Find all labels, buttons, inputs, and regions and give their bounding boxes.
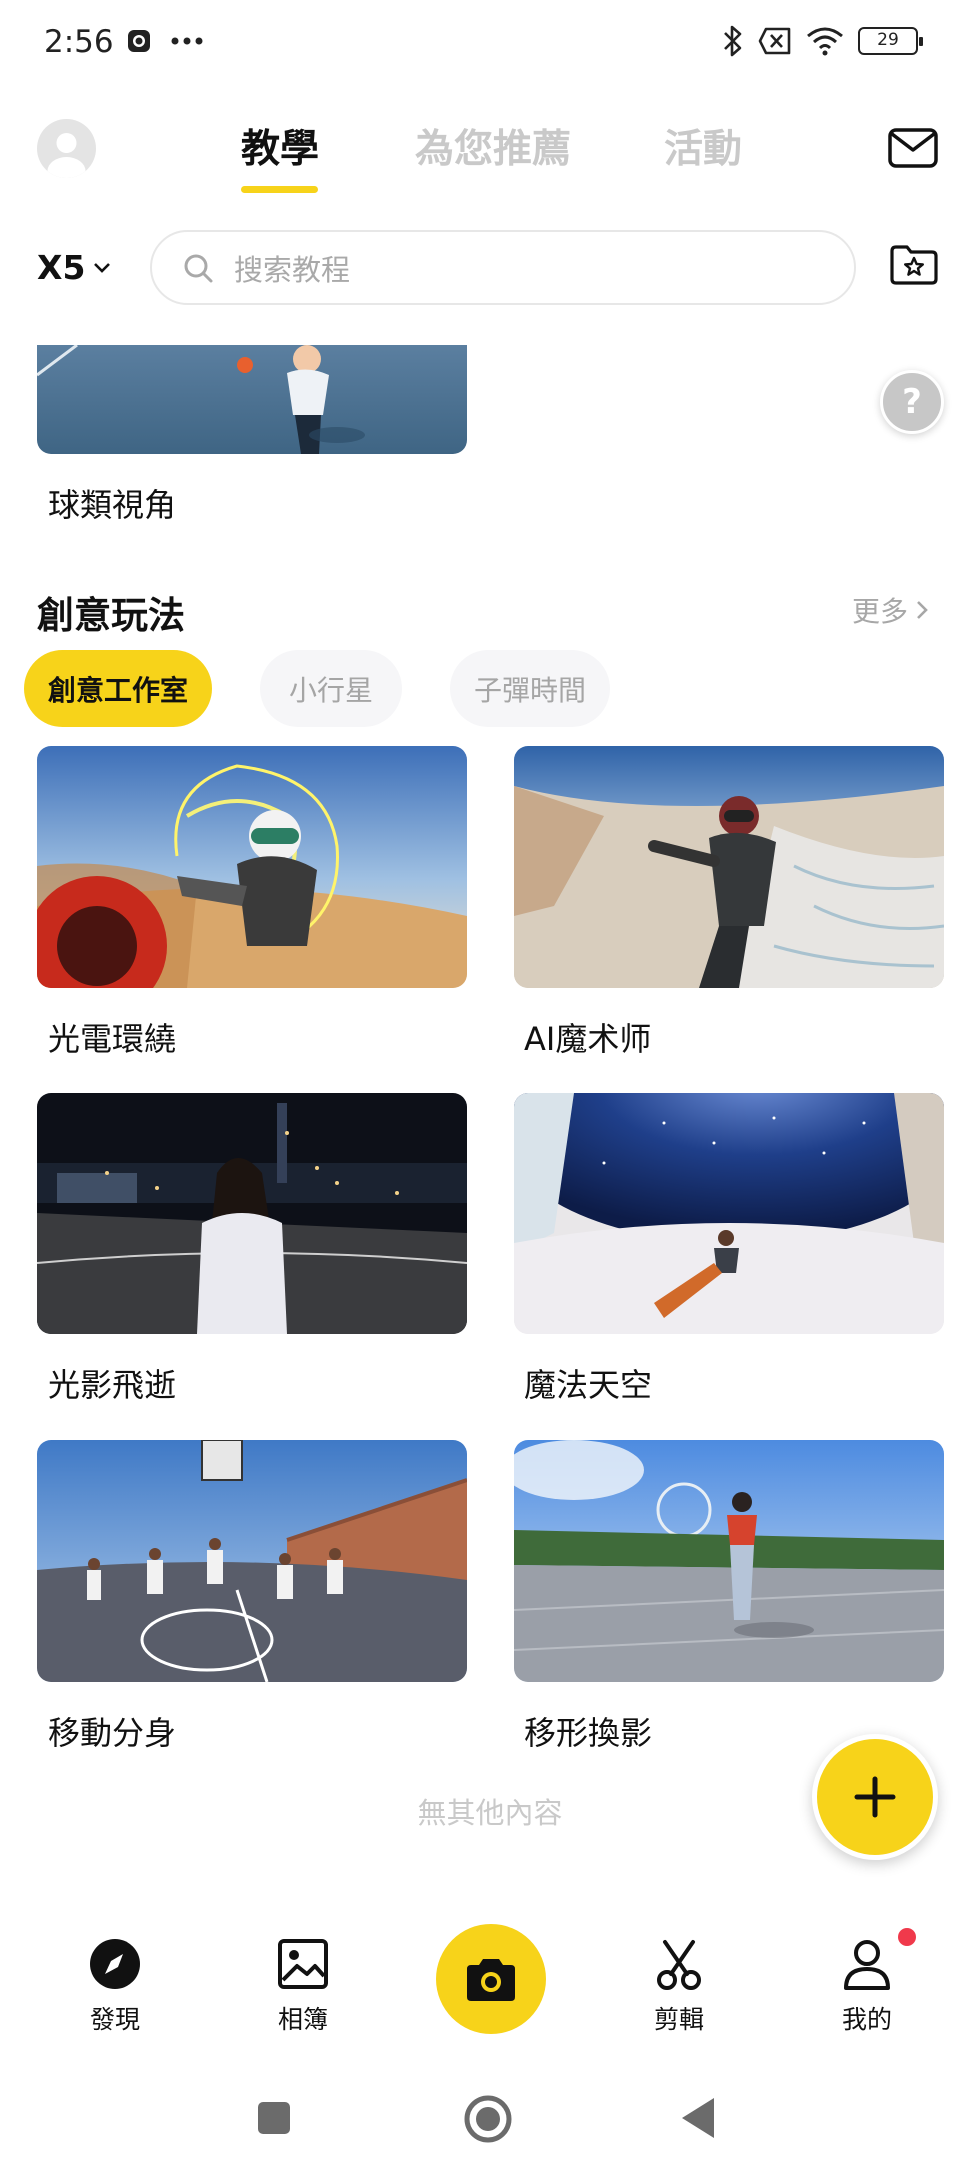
card-title[interactable]: AI魔术师 [524, 1014, 651, 1060]
nav-edit[interactable]: 剪輯 [614, 1936, 744, 2036]
card-title[interactable]: 球類視角 [48, 480, 176, 526]
search-input[interactable]: 搜索教程 [150, 230, 856, 305]
more-label: 更多 [852, 595, 909, 628]
scissors-icon [657, 1940, 701, 1990]
camera-icon [467, 1959, 515, 2001]
camera-model-selector[interactable]: X5 [37, 248, 111, 287]
compass-icon [90, 1939, 140, 1989]
card-thumbnail[interactable] [37, 746, 467, 988]
more-dots-icon [171, 37, 203, 45]
card-title[interactable]: 移動分身 [48, 1708, 176, 1754]
camera-button[interactable] [436, 1924, 546, 2034]
chevron-down-icon [94, 262, 111, 273]
nav-album[interactable]: 相簿 [238, 1936, 368, 2036]
card-thumbnail[interactable] [514, 1440, 944, 1682]
nav-album-label: 相簿 [277, 2005, 328, 2034]
chip-bullet-time[interactable]: 子彈時間 [450, 650, 610, 727]
active-tab-indicator [241, 186, 318, 193]
nav-discover[interactable]: 發現 [50, 1936, 180, 2036]
chip-creative-studio[interactable]: 創意工作室 [24, 650, 212, 727]
tab-tutorials[interactable]: 教學 [241, 118, 319, 174]
more-link[interactable]: 更多 [852, 590, 928, 630]
status-bar: 2:56 29 [0, 0, 980, 86]
nav-edit-label: 剪輯 [653, 2005, 704, 2034]
tab-events[interactable]: 活動 [664, 118, 742, 174]
battery-indicator: 29 [858, 27, 923, 55]
section-title: 創意玩法 [37, 594, 185, 637]
no-sim-icon [758, 27, 791, 55]
chip-tiny-planet[interactable]: 小行星 [260, 650, 402, 727]
star-folder-icon[interactable] [888, 243, 940, 287]
status-time: 2:56 [44, 24, 114, 60]
bottom-nav: 發現 相簿 剪輯 我的 [0, 1900, 980, 2050]
nav-discover-label: 發現 [89, 2005, 140, 2034]
card-title[interactable]: 光影飛逝 [48, 1360, 176, 1406]
person-icon [844, 1940, 890, 1990]
ball-view-thumbnail[interactable] [37, 345, 467, 454]
card-thumbnail[interactable] [37, 1440, 467, 1682]
wifi-icon [807, 27, 843, 56]
card-title[interactable]: 魔法天空 [524, 1360, 652, 1406]
add-button[interactable] [812, 1734, 938, 1860]
system-navigation-bar [0, 2070, 980, 2170]
tab-recommended[interactable]: 為您推薦 [415, 118, 571, 174]
nav-profile-label: 我的 [841, 2005, 892, 2034]
top-tabs: 教學 為您推薦 活動 [0, 118, 980, 198]
help-icon[interactable]: ? [880, 370, 944, 434]
card-thumbnail[interactable] [514, 1093, 944, 1334]
plus-icon [854, 1776, 896, 1818]
card-thumbnail[interactable] [514, 746, 944, 988]
card-title[interactable]: 光電環繞 [48, 1014, 176, 1060]
chevron-right-icon [917, 601, 928, 619]
card-thumbnail[interactable] [37, 1093, 467, 1334]
recording-icon [128, 30, 150, 52]
back-icon[interactable] [680, 2096, 716, 2140]
search-placeholder: 搜索教程 [234, 252, 351, 287]
bluetooth-icon [724, 25, 742, 57]
nav-profile[interactable]: 我的 [802, 1936, 932, 2036]
search-icon [184, 254, 213, 282]
notification-dot [898, 1928, 916, 1946]
home-icon[interactable] [463, 2094, 513, 2144]
card-title[interactable]: 移形換影 [524, 1708, 652, 1754]
mail-icon[interactable] [887, 126, 939, 170]
camera-model-label: X5 [37, 248, 86, 287]
image-icon [278, 1939, 328, 1989]
recents-icon[interactable] [256, 2100, 292, 2136]
